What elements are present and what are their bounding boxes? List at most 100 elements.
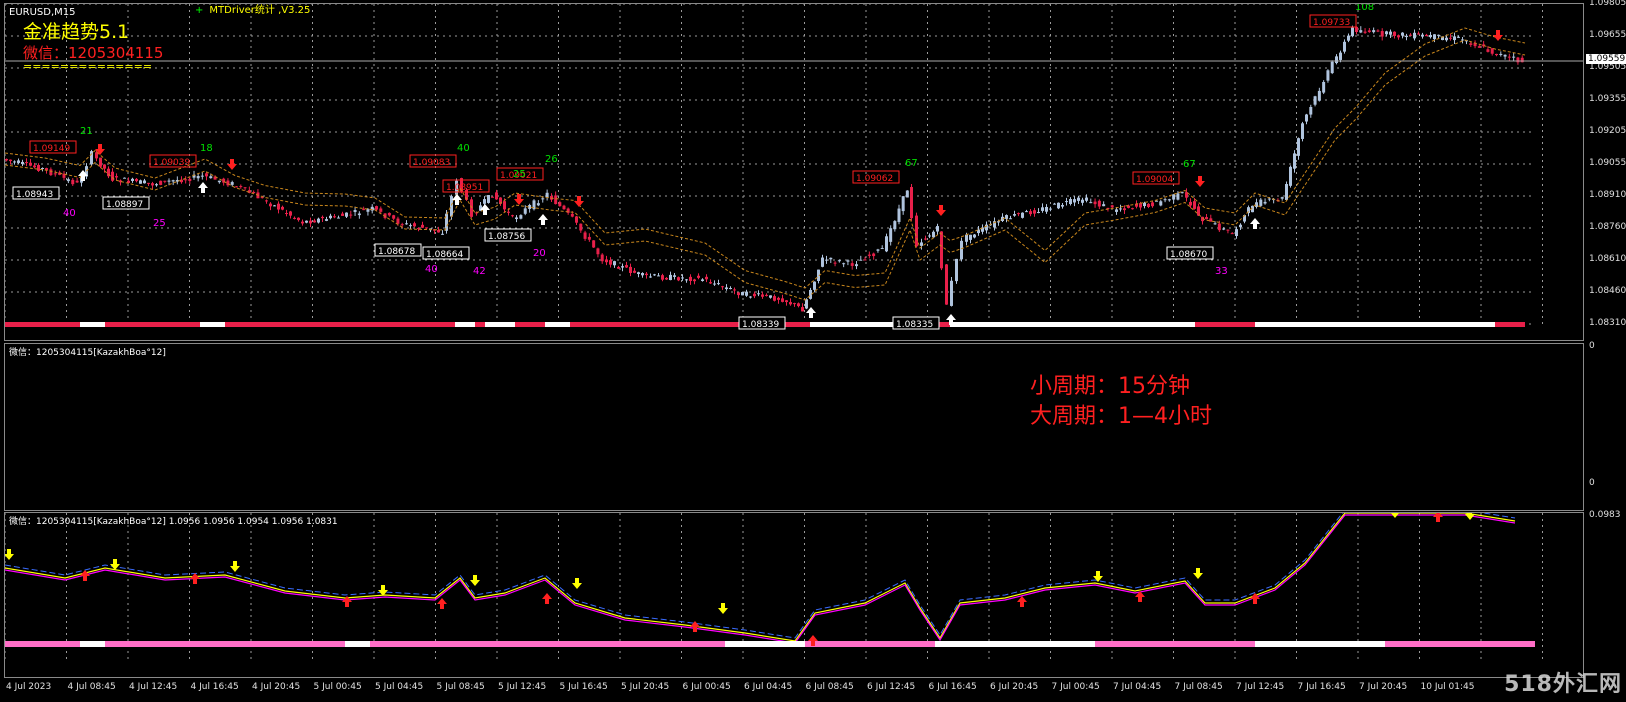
candle-body — [301, 221, 304, 224]
candle-body — [1343, 41, 1346, 52]
candle-body — [1197, 206, 1200, 216]
candle-body — [217, 180, 221, 183]
indicator-title: 金准趋势5.1 — [23, 21, 130, 43]
candle-body — [693, 279, 696, 282]
bar-count-magenta: 40 — [63, 208, 76, 219]
buy-arrow-icon — [198, 182, 208, 193]
candle-body — [375, 206, 378, 210]
candle-body — [1297, 138, 1300, 156]
signal-line-magenta — [5, 514, 1516, 644]
candle-body — [805, 299, 808, 309]
candle-body — [1172, 194, 1176, 200]
price-axis: 1.09805 1.09655 1.09505 1.09355 1.09205 1.090… — [1585, 0, 1626, 341]
ma-line-upper — [5, 27, 1526, 289]
candle-body — [665, 277, 668, 280]
candle-body — [876, 249, 880, 251]
candle-body — [362, 209, 366, 211]
candle-body — [1205, 217, 1208, 220]
candle-body — [1293, 153, 1296, 169]
candle-body — [617, 266, 620, 269]
candle-body — [661, 275, 664, 280]
candle-body — [649, 276, 652, 278]
time-tick: 5 Jul 16:45 — [559, 682, 608, 692]
candle-body — [1367, 30, 1371, 33]
candle-body — [753, 293, 756, 297]
candle-body — [337, 217, 340, 219]
sell-arrow-icon — [1493, 30, 1503, 41]
indicator-pane-2[interactable]: 微信：1205304115[KazakhBoa°12] 1.0956 1.095… — [4, 512, 1584, 678]
candle-body — [600, 254, 604, 262]
candle-body — [321, 216, 324, 219]
candle-body — [349, 214, 353, 216]
candle-body — [797, 303, 800, 307]
candle-body — [773, 296, 776, 301]
trend-bar-segment — [805, 641, 935, 647]
candle-body — [1457, 36, 1460, 38]
candle-body — [1147, 203, 1150, 207]
note-line-1: 小周期：15分钟 — [1030, 374, 1190, 399]
candle-body — [75, 180, 79, 183]
candle-body — [1159, 201, 1163, 206]
buy-arrow-icon — [1433, 513, 1443, 522]
candle-body — [1033, 210, 1036, 214]
candle-body — [1449, 37, 1452, 39]
candle-body — [209, 176, 213, 179]
bar-count-magenta: 42 — [473, 266, 486, 277]
candle-body — [1339, 52, 1342, 60]
candle-body — [846, 260, 850, 262]
candle-body — [837, 260, 841, 262]
support-value: 1.08335 — [896, 320, 933, 330]
candle-body — [850, 263, 854, 266]
candle-body — [317, 218, 320, 223]
candle-body — [341, 213, 344, 216]
price-chart-pane[interactable]: 1.09149 1.09039 1.09083 1.08951 1.09021 1.090… — [4, 3, 1584, 341]
candle-body — [143, 180, 146, 184]
symbol-label: EURUSD,M15 — [9, 7, 76, 18]
candle-body — [400, 224, 404, 226]
candle-body — [1065, 201, 1068, 203]
candle-body — [5, 158, 8, 161]
buy-arrow-icon — [190, 573, 200, 584]
time-tick: 6 Jul 16:45 — [928, 682, 977, 692]
candle-body — [309, 220, 312, 224]
candle-body — [273, 205, 276, 207]
candle-body — [1516, 57, 1520, 63]
candle-body — [396, 218, 400, 224]
candle-body — [409, 225, 412, 227]
candle-body — [131, 178, 134, 181]
candle-body — [205, 173, 208, 177]
candle-body — [1081, 199, 1084, 203]
candle-body — [413, 223, 416, 227]
trend-bar-segment — [105, 641, 345, 647]
candle-body — [1093, 201, 1097, 205]
candle-body — [985, 224, 988, 231]
candle-body — [333, 216, 336, 218]
candle-body — [366, 209, 370, 212]
candle-body — [9, 159, 12, 162]
candle-body — [171, 180, 175, 182]
bar-count-green: 108 — [1355, 4, 1374, 13]
candle-body — [637, 272, 640, 274]
resistance-value: 1.09149 — [33, 144, 70, 154]
bar-count-magenta: 25 — [153, 218, 166, 229]
mtdriver-plus-icon: + — [195, 5, 204, 16]
indicator-pane-1[interactable]: 微信：1205304115[KazakhBoa°12] 小周期：15分钟 大周期… — [4, 343, 1584, 511]
candle-body — [781, 298, 784, 302]
candle-body — [495, 192, 498, 200]
candle-body — [825, 259, 828, 261]
time-tick: 5 Jul 04:45 — [375, 682, 424, 692]
candle-body — [1322, 82, 1326, 93]
candle-body — [507, 211, 510, 213]
candle-body — [1097, 200, 1101, 207]
candle-body — [924, 238, 927, 240]
candle-body — [1503, 54, 1507, 57]
candle-body — [1393, 31, 1396, 36]
candle-body — [1189, 201, 1192, 206]
support-value: 1.08339 — [742, 320, 779, 330]
sell-arrow-icon — [378, 585, 388, 596]
bar-count-green: 25 — [513, 169, 526, 180]
candle-body — [1110, 205, 1114, 208]
indicator2-svg — [5, 513, 1543, 663]
sell-arrow-icon — [230, 561, 240, 572]
candle-body — [1429, 34, 1432, 38]
